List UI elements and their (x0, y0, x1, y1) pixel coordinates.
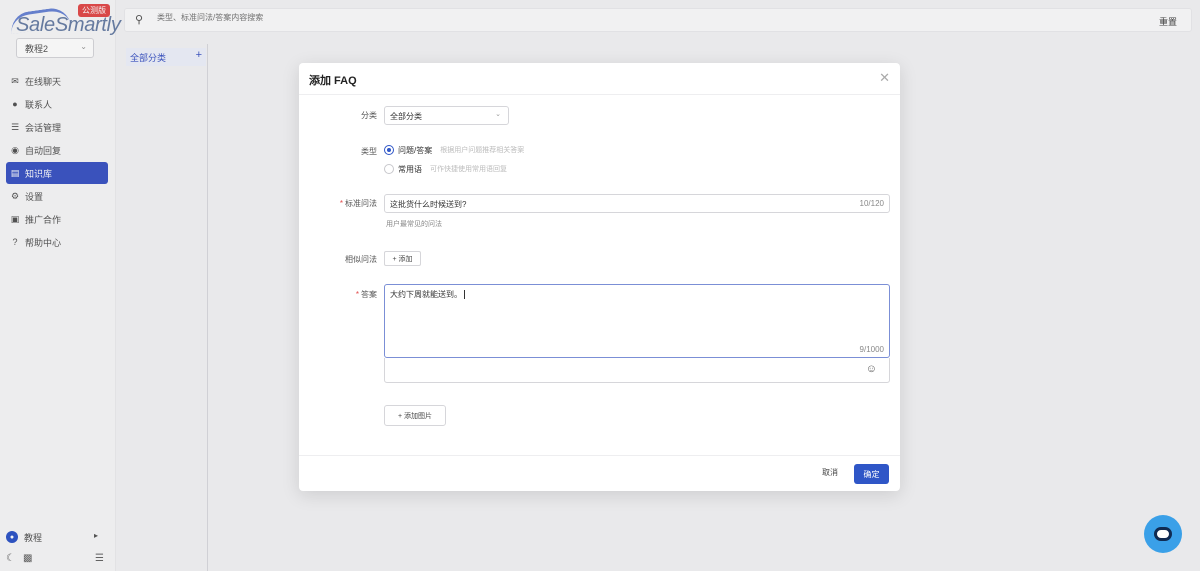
modal-title: 添加 FAQ (309, 75, 357, 87)
answer-textarea[interactable]: 大约下周就能送到。 9/1000 (384, 284, 890, 358)
chat-bubble-icon (1154, 527, 1172, 541)
type-option-qa[interactable]: 问题/答案 根据用户问题推荐相关答案 (384, 144, 524, 156)
category-select-value: 全部分类 (390, 112, 422, 121)
answer-label: * 答案 (307, 289, 377, 300)
radio-checked[interactable] (384, 145, 394, 155)
type-option-qa-label: 问题/答案 (398, 145, 433, 155)
category-select[interactable]: 全部分类 ⌄ (384, 106, 509, 125)
chevron-down-icon: ⌄ (495, 111, 501, 118)
answer-value: 大约下周就能送到。 (390, 290, 462, 299)
cancel-button[interactable]: 取消 (822, 467, 838, 478)
standard-question-value: 这批货什么时候送到? (390, 200, 467, 209)
answer-count: 9/1000 (859, 345, 884, 354)
add-faq-dialog: 添加 FAQ ✕ 分类 全部分类 ⌄ 类型 问题/答案 根据用户问题推荐相关答案… (299, 63, 900, 491)
radio-unchecked[interactable] (384, 164, 394, 174)
type-option-phrase-label: 常用语 (398, 164, 422, 174)
type-field-label: 类型 (361, 147, 377, 156)
standard-question-label: * 标准问法 (307, 198, 377, 209)
required-mark: * (339, 199, 343, 208)
category-field-label: 分类 (361, 111, 377, 120)
emoji-icon[interactable]: ☺ (866, 363, 877, 375)
modal-footer: 取消 确定 (299, 455, 900, 491)
close-icon[interactable]: ✕ (879, 70, 890, 86)
type-option-phrase[interactable]: 常用语 可作快捷使用常用语回复 (384, 163, 507, 175)
standard-question-input[interactable]: 这批货什么时候送到? 10/120 (384, 194, 890, 213)
required-mark: * (355, 290, 359, 299)
modal-header: 添加 FAQ ✕ (299, 63, 900, 95)
similar-question-label: 相似问法 (345, 255, 377, 264)
type-option-phrase-hint: 可作快捷使用常用语回复 (430, 166, 507, 173)
text-cursor (464, 290, 465, 300)
type-option-qa-hint: 根据用户问题推荐相关答案 (440, 147, 525, 154)
standard-question-label-text: 标准问法 (345, 199, 377, 208)
confirm-button[interactable]: 确定 (854, 464, 889, 484)
standard-question-count: 10/120 (859, 199, 884, 208)
answer-toolbar: ☺ (384, 358, 890, 383)
chat-widget-button[interactable] (1144, 515, 1182, 553)
add-similar-question-button[interactable]: + 添加 (384, 251, 421, 266)
add-image-button[interactable]: + 添加图片 (384, 405, 446, 426)
standard-question-hint: 用户最常见的问法 (386, 221, 442, 228)
answer-label-text: 答案 (361, 290, 377, 299)
